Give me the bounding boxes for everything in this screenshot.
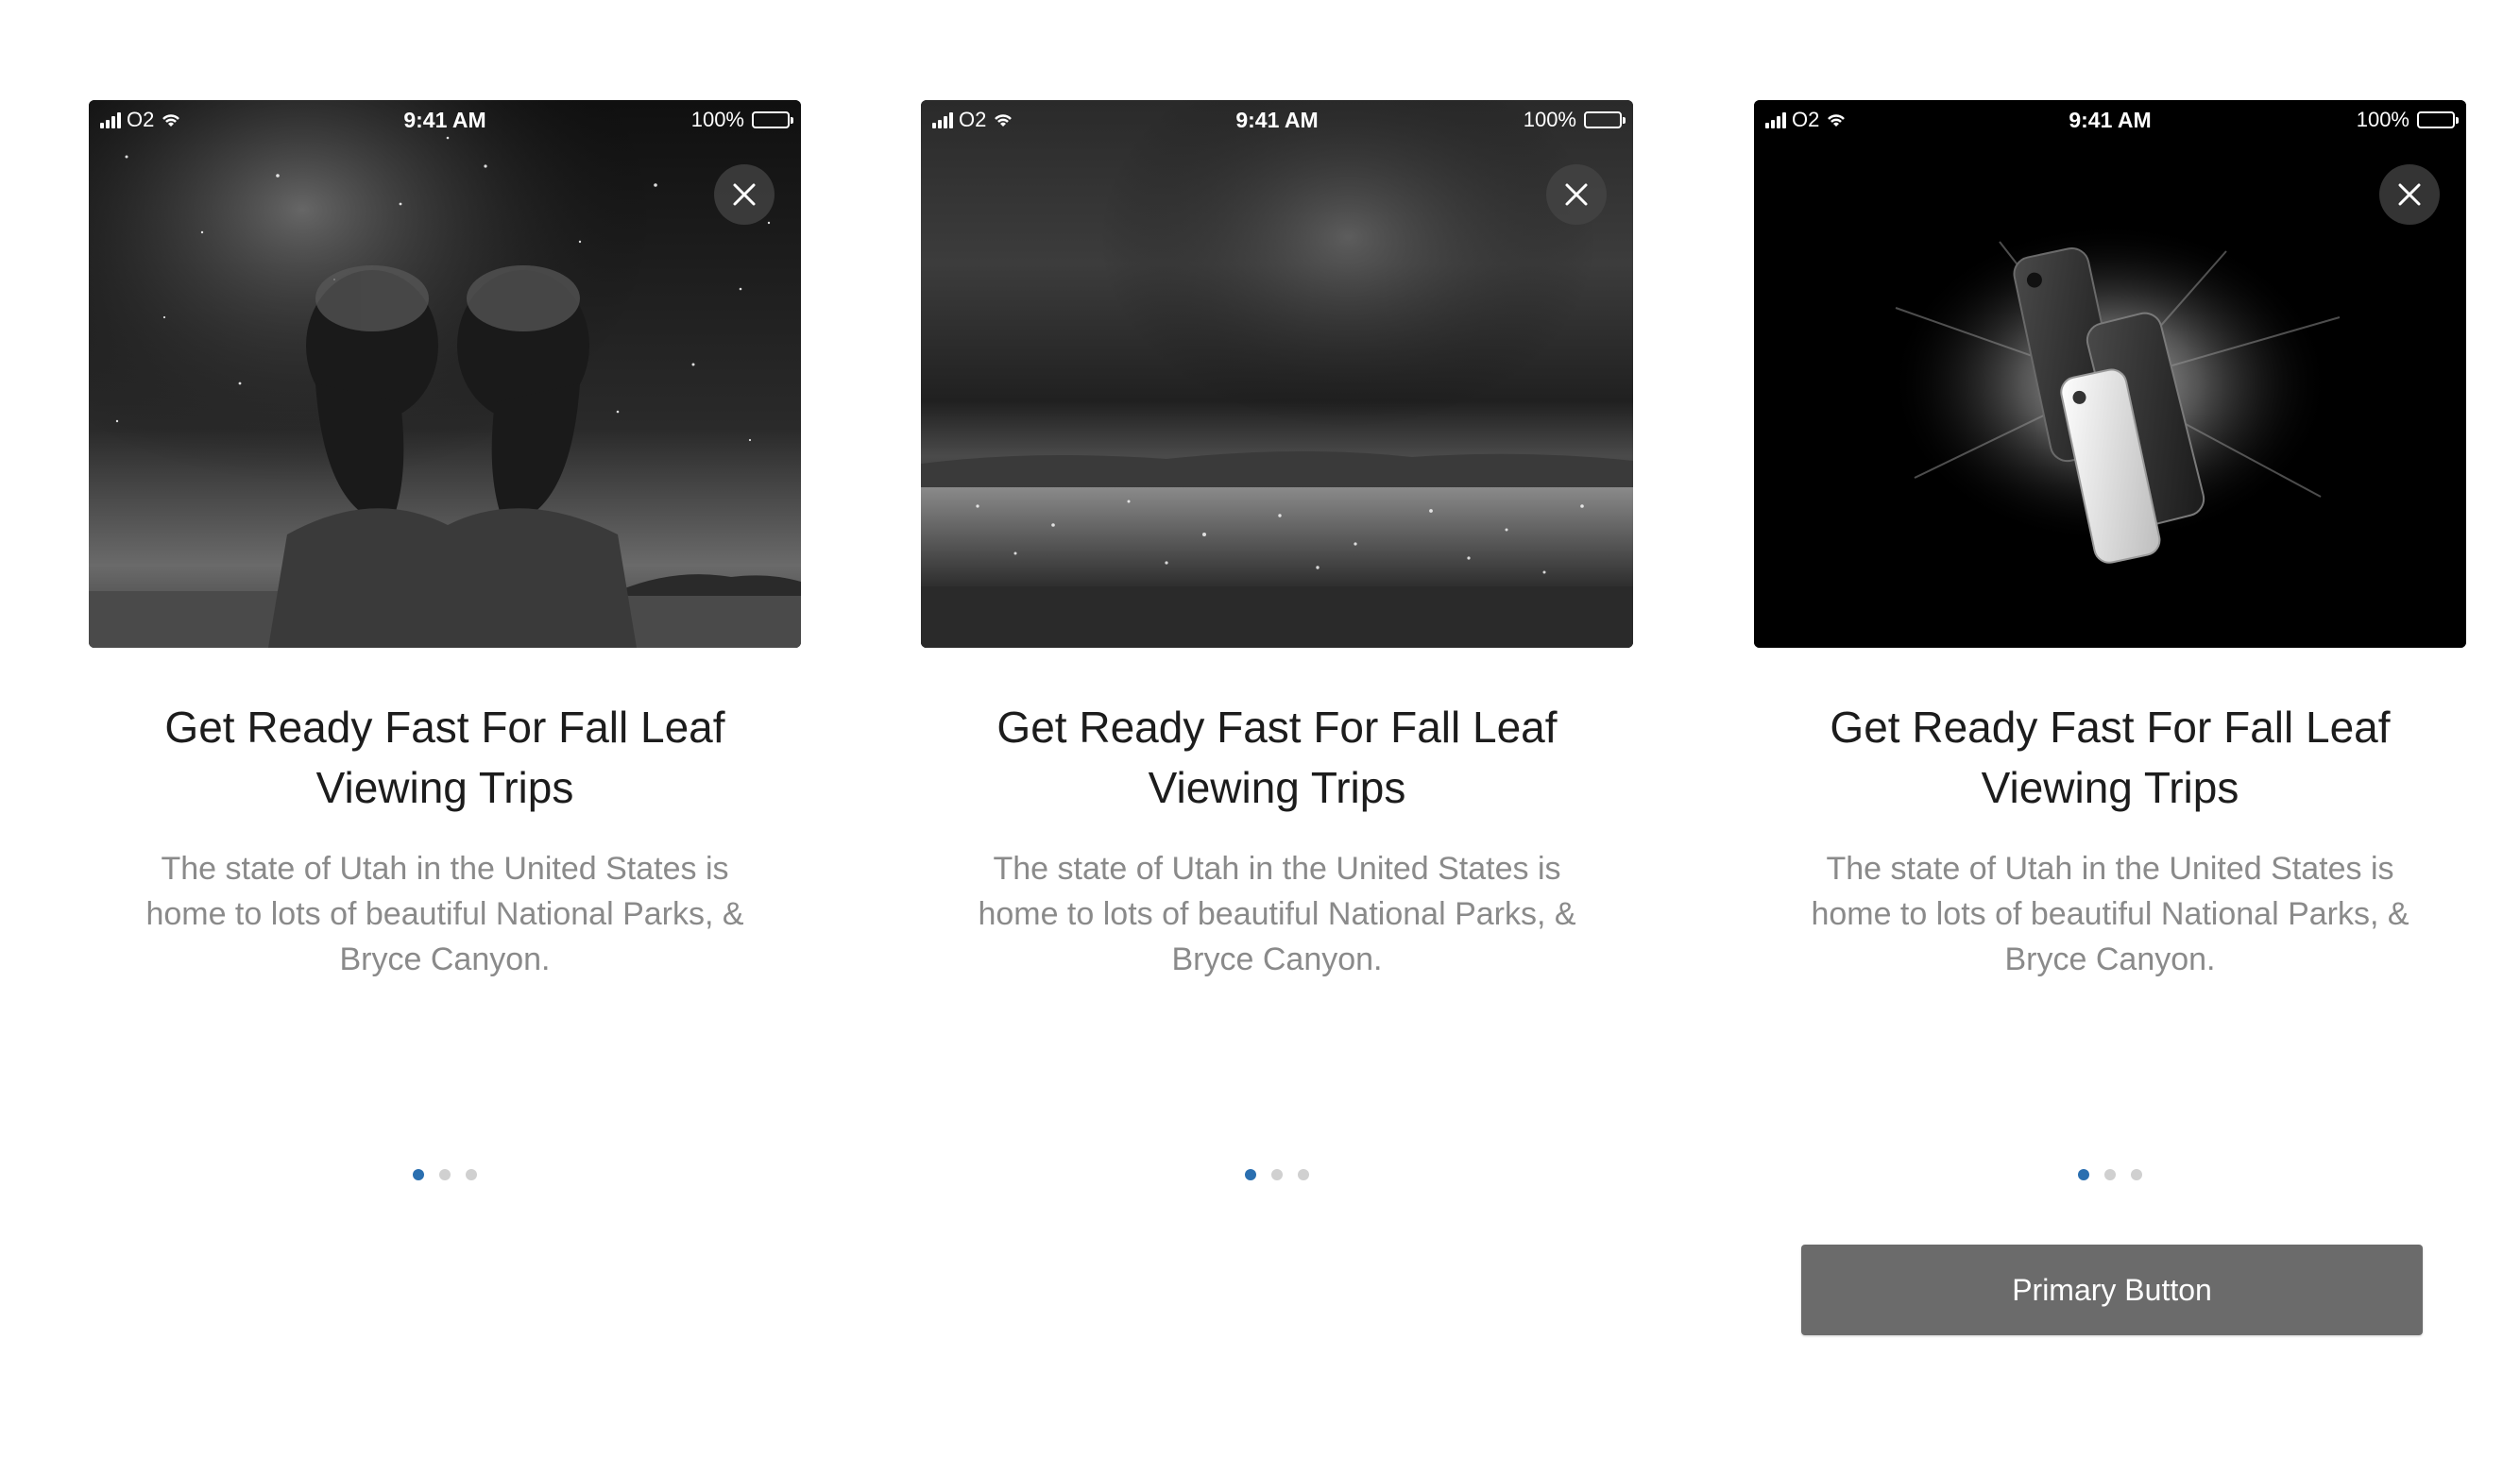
page-dot-1[interactable] xyxy=(2078,1169,2089,1180)
card-body: The state of Utah in the United States i… xyxy=(1811,851,2409,977)
status-bar: O2 9:41 AM 100% xyxy=(921,100,1633,142)
close-button[interactable] xyxy=(714,164,775,225)
card-title: Get Ready Fast For Fall Leaf Viewing Tri… xyxy=(164,703,725,812)
page-dot-2[interactable] xyxy=(1271,1169,1283,1180)
close-icon xyxy=(1565,183,1588,206)
hero-photo-phones-powder xyxy=(1754,100,2466,648)
status-bar: O2 9:41 AM 100% xyxy=(89,100,801,142)
page-dot-3[interactable] xyxy=(466,1169,477,1180)
page-indicator[interactable] xyxy=(89,1169,801,1180)
card-title: Get Ready Fast For Fall Leaf Viewing Tri… xyxy=(996,703,1558,812)
page-dot-2[interactable] xyxy=(2104,1169,2116,1180)
page-indicator[interactable] xyxy=(1754,1169,2466,1180)
close-icon xyxy=(733,183,756,206)
page-dot-3[interactable] xyxy=(1298,1169,1309,1180)
hero-image: O2 9:41 AM 100% xyxy=(921,100,1633,648)
hero-image: O2 9:41 AM 100% xyxy=(1754,100,2466,648)
close-button[interactable] xyxy=(1546,164,1607,225)
onboarding-card-1: O2 9:41 AM 100% Get Ready Fast For Fall … xyxy=(89,100,801,1343)
page-dot-1[interactable] xyxy=(1245,1169,1256,1180)
card-title: Get Ready Fast For Fall Leaf Viewing Tri… xyxy=(1830,703,2391,812)
page-dot-1[interactable] xyxy=(413,1169,424,1180)
battery-icon xyxy=(2417,111,2459,128)
page-dot-3[interactable] xyxy=(2131,1169,2142,1180)
page-dot-2[interactable] xyxy=(439,1169,451,1180)
card-body: The state of Utah in the United States i… xyxy=(978,851,1576,977)
hero-photo-men-stars xyxy=(89,100,801,648)
hero-image: O2 9:41 AM 100% xyxy=(89,100,801,648)
status-bar: O2 9:41 AM 100% xyxy=(1754,100,2466,142)
onboarding-card-3: O2 9:41 AM 100% Get Ready Fast For Fall … xyxy=(1754,100,2466,1343)
primary-button[interactable]: Primary Button xyxy=(1801,1245,2423,1335)
battery-percent: 100% xyxy=(2356,108,2409,131)
close-button[interactable] xyxy=(2379,164,2440,225)
battery-percent: 100% xyxy=(690,108,744,131)
onboarding-card-2: O2 9:41 AM 100% Get Ready Fast For Fall … xyxy=(921,100,1633,1343)
battery-icon xyxy=(1584,111,1626,128)
close-icon xyxy=(2398,183,2421,206)
battery-percent: 100% xyxy=(1523,108,1576,131)
card-body: The state of Utah in the United States i… xyxy=(145,851,744,977)
page-indicator[interactable] xyxy=(921,1169,1633,1180)
battery-icon xyxy=(752,111,793,128)
hero-photo-city-night xyxy=(921,100,1633,648)
